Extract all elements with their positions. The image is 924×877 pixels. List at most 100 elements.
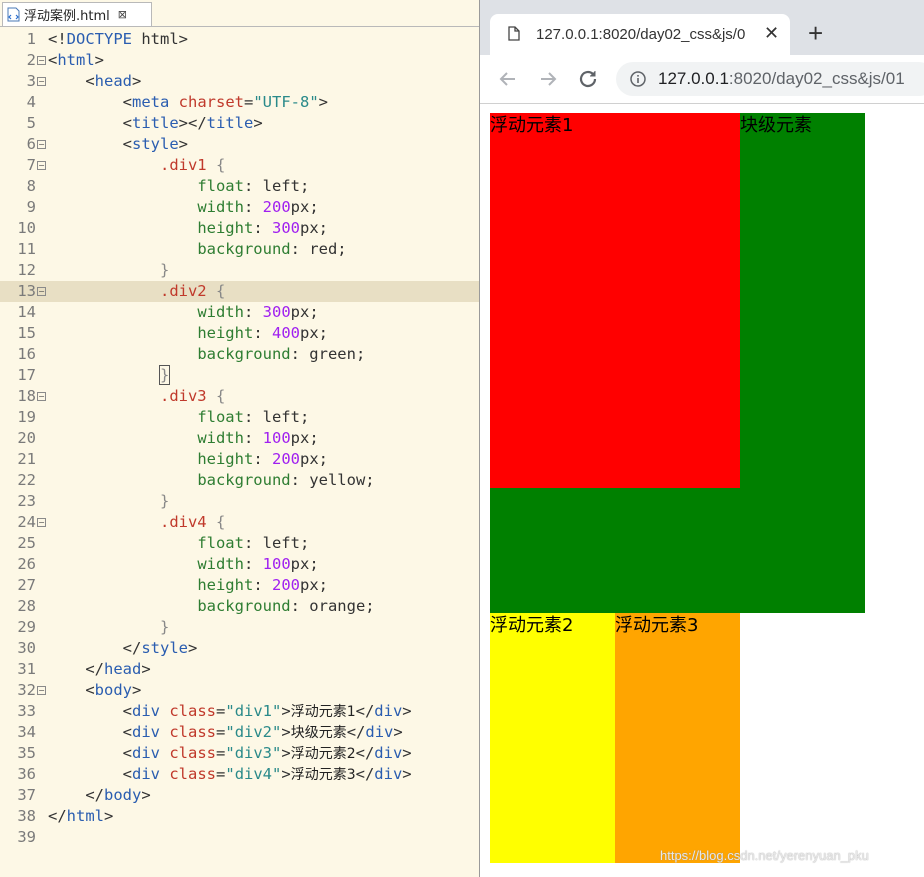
code-line[interactable]: 15 height: 400px;	[0, 323, 479, 344]
code-line[interactable]: 21 height: 200px;	[0, 449, 479, 470]
code-line[interactable]: 25 float: left;	[0, 533, 479, 554]
code-line[interactable]: 10 height: 300px;	[0, 218, 479, 239]
code-line[interactable]: 34 <div class="div2">块级元素</div>	[0, 722, 479, 743]
line-number: 13	[17, 282, 36, 300]
code-line[interactable]: 22 background: yellow;	[0, 470, 479, 491]
code-text: <div class="div2">块级元素</div>	[48, 722, 403, 744]
close-tab-icon[interactable]: ⊠	[118, 8, 127, 21]
code-line[interactable]: 20 width: 100px;	[0, 428, 479, 449]
code-line[interactable]: 19 float: left;	[0, 407, 479, 428]
code-line[interactable]: 39	[0, 827, 479, 848]
code-line[interactable]: 18− .div3 {	[0, 386, 479, 407]
fold-toggle-icon[interactable]: −	[37, 161, 46, 170]
address-bar[interactable]: 127.0.0.1:8020/day02_css&js/01	[616, 62, 924, 96]
code-token: background	[197, 597, 291, 615]
code-token: >	[281, 744, 291, 762]
code-line[interactable]: 36 <div class="div4">浮动元素3</div>	[0, 764, 479, 785]
code-token: 浮动元素1	[290, 704, 356, 720]
reload-icon[interactable]	[576, 67, 600, 91]
url-host: 127.0.0.1	[658, 69, 729, 88]
fold-toggle-icon[interactable]: −	[37, 686, 46, 695]
code-line[interactable]: 31 </head>	[0, 659, 479, 680]
div1-text: 浮动元素1	[490, 115, 574, 136]
code-line[interactable]: 8 float: left;	[0, 176, 479, 197]
code-line[interactable]: 16 background: green;	[0, 344, 479, 365]
code-token: height	[197, 324, 254, 342]
line-number: 11	[17, 240, 36, 258]
code-token: :	[243, 555, 263, 573]
fold-toggle-icon[interactable]: −	[37, 140, 46, 149]
code-token: background	[197, 240, 291, 258]
fold-toggle-icon[interactable]: −	[37, 287, 46, 296]
code-text: background: red;	[48, 239, 347, 260]
code-token: 100	[262, 555, 291, 573]
info-icon[interactable]	[630, 71, 646, 87]
fold-toggle-icon[interactable]: −	[37, 392, 46, 401]
line-number: 5	[26, 114, 36, 132]
code-token: class	[169, 723, 217, 741]
code-line[interactable]: 38 </html>	[0, 806, 479, 827]
code-line[interactable]: 12 }	[0, 260, 479, 281]
code-token: html	[57, 51, 95, 69]
close-tab-icon[interactable]: ✕	[764, 23, 779, 44]
code-line[interactable]: 11 background: red;	[0, 239, 479, 260]
code-token: >	[281, 765, 291, 783]
code-text: .div2 {	[48, 281, 225, 302]
div3-float-element: 浮动元素2	[490, 613, 615, 863]
code-line[interactable]: 33 <div class="div1">浮动元素1</div>	[0, 701, 479, 722]
fold-toggle-icon[interactable]: −	[37, 56, 46, 65]
code-line[interactable]: 17 }	[0, 365, 479, 386]
code-line[interactable]: 26 width: 100px;	[0, 554, 479, 575]
code-token: : left;	[243, 408, 310, 426]
code-text: <html>	[48, 50, 104, 71]
code-text: background: green;	[48, 344, 365, 365]
code-line[interactable]: 5 <title></title>	[0, 113, 479, 134]
code-line[interactable]: 28 background: orange;	[0, 596, 479, 617]
code-token: : left;	[243, 177, 310, 195]
code-line[interactable]: 24− .div4 {	[0, 512, 479, 533]
new-tab-button[interactable]: +	[808, 20, 823, 46]
fold-toggle-icon[interactable]: −	[37, 518, 46, 527]
browser-tab[interactable]: 127.0.0.1:8020/day02_css&js/0 ✕	[490, 14, 790, 55]
code-text: </body>	[48, 785, 150, 806]
line-number: 10	[17, 219, 36, 237]
div4-float-element: 浮动元素3	[615, 613, 740, 863]
code-token: </	[122, 639, 142, 657]
code-line[interactable]: 23 }	[0, 491, 479, 512]
code-line[interactable]: 14 width: 300px;	[0, 302, 479, 323]
code-line[interactable]: 30 </style>	[0, 638, 479, 659]
code-line[interactable]: 27 height: 200px;	[0, 575, 479, 596]
code-token: <!	[48, 30, 67, 48]
line-number: 19	[17, 408, 36, 426]
code-text: <meta charset="UTF-8">	[48, 92, 328, 113]
code-line[interactable]: 32− <body>	[0, 680, 479, 701]
code-line[interactable]: 6− <style>	[0, 134, 479, 155]
code-token: 300	[271, 219, 300, 237]
code-text: height: 200px;	[48, 449, 328, 470]
code-line[interactable]: 7− .div1 {	[0, 155, 479, 176]
code-token: 400	[271, 324, 300, 342]
editor-tab[interactable]: 浮动案例.html ⊠	[2, 2, 152, 26]
code-line[interactable]: 2− <html>	[0, 50, 479, 71]
code-line[interactable]: 1 <!DOCTYPE html>	[0, 29, 479, 50]
forward-arrow-icon[interactable]	[536, 67, 560, 91]
code-line[interactable]: 4 <meta charset="UTF-8">	[0, 92, 479, 113]
code-line[interactable]: 35 <div class="div3">浮动元素2</div>	[0, 743, 479, 764]
code-line[interactable]: 9 width: 200px;	[0, 197, 479, 218]
url-text: 127.0.0.1:8020/day02_css&js/01	[658, 69, 905, 89]
code-token: : red;	[290, 240, 347, 258]
code-area[interactable]: 1 <!DOCTYPE html> 2− <html> 3− <head> 4 <meta…	[0, 29, 479, 848]
code-line[interactable]: 3− <head>	[0, 71, 479, 92]
back-arrow-icon[interactable]	[496, 67, 520, 91]
code-line[interactable]: 29 }	[0, 617, 479, 638]
fold-toggle-icon[interactable]: −	[37, 77, 46, 86]
code-line[interactable]: 13− .div2 {	[0, 281, 479, 302]
code-line[interactable]: 37 </body>	[0, 785, 479, 806]
code-text: <style>	[48, 134, 188, 155]
code-token: class	[169, 765, 217, 783]
